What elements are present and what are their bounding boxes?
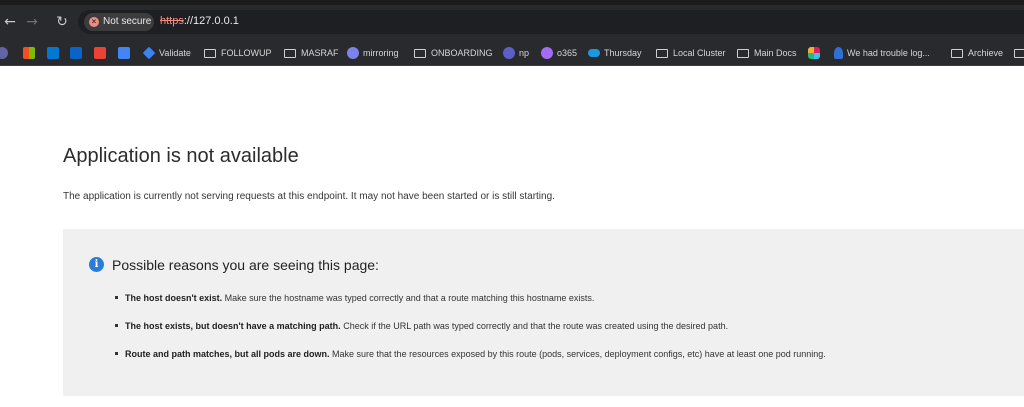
reason-heading: The host doesn't exist. [125, 293, 223, 303]
folder-icon [737, 48, 749, 58]
reload-icon[interactable]: ↻ [54, 14, 70, 30]
list-item: The host doesn't exist. Make sure the ho… [115, 293, 594, 303]
bookmark-archieve[interactable]: Archieve [951, 46, 1003, 60]
forward-arrow-icon[interactable]: → [24, 14, 40, 30]
bullet-icon [115, 296, 118, 300]
bookmark-trouble-log[interactable]: We had trouble log... [834, 46, 930, 60]
outlook-icon [70, 47, 82, 59]
bookmark-0[interactable] [0, 46, 12, 60]
reason-heading: Route and path matches, but all pods are… [125, 349, 330, 359]
bookmark-masraf[interactable]: MASRAF [284, 46, 339, 60]
url-scheme: https [160, 15, 184, 27]
list-item: Route and path matches, but all pods are… [115, 349, 826, 359]
bookmark-5[interactable] [118, 46, 134, 60]
bullet-icon [115, 352, 118, 356]
app-icon [47, 47, 59, 59]
reason-text: Check if the URL path was typed correctl… [340, 321, 729, 331]
diamond-icon [142, 46, 156, 60]
teams-icon [0, 47, 8, 59]
windows-icon [23, 47, 35, 59]
teams-icon [503, 47, 515, 59]
bookmark-main-docs[interactable]: Main Docs [737, 46, 797, 60]
folder-icon [414, 48, 426, 58]
bookmark-mirroring[interactable]: mirroring [347, 46, 399, 60]
bookmarks-bar: Validate FOLLOWUP MASRAF mirroring ONBOA… [0, 39, 1024, 66]
bookmark-followup[interactable]: FOLLOWUP [204, 46, 272, 60]
back-arrow-icon[interactable]: ← [2, 14, 18, 30]
bookmark-np[interactable]: np [503, 46, 529, 60]
address-bar: ← → ↻ × Not secure https://127.0.0.1 [0, 5, 1024, 39]
copilot-icon [541, 47, 553, 59]
warning-icon: × [89, 17, 99, 27]
page-description: The application is currently not serving… [63, 191, 555, 202]
folder-icon [284, 48, 296, 58]
info-icon: i [89, 257, 104, 272]
omnibox[interactable]: × Not secure https://127.0.0.1 [78, 10, 1024, 34]
reason-text: Make sure that the resources exposed by … [329, 349, 826, 359]
person-icon [834, 47, 843, 59]
reasons-title: Possible reasons you are seeing this pag… [112, 257, 379, 273]
bookmark-4[interactable] [94, 46, 110, 60]
folder-icon [1014, 48, 1024, 58]
security-chip-label: Not secure [103, 16, 152, 27]
folder-icon [951, 48, 963, 58]
slack-icon [808, 47, 820, 59]
teams-icon [347, 47, 359, 59]
url-text[interactable]: https://127.0.0.1 [160, 15, 239, 27]
bookmark-3[interactable] [70, 46, 86, 60]
security-chip[interactable]: × Not secure [84, 13, 154, 31]
folder-icon [204, 48, 216, 58]
gmail-icon [94, 47, 106, 59]
reason-heading: The host exists, but doesn't have a matc… [125, 321, 341, 331]
bookmark-1[interactable] [23, 46, 39, 60]
bookmark-o365[interactable]: o365 [541, 46, 577, 60]
bookmark-validate[interactable]: Validate [142, 46, 191, 60]
bookmark-slack[interactable] [808, 46, 824, 60]
url-host: ://127.0.0.1 [183, 15, 239, 27]
reason-text: Make sure the hostname was typed correct… [222, 293, 595, 303]
bookmark-local-cluster[interactable]: Local Cluster [656, 46, 726, 60]
bookmark-thursday[interactable]: Thursday [588, 46, 642, 60]
bookmark-onboarding[interactable]: ONBOARDING [414, 46, 493, 60]
page-title: Application is not available [63, 145, 299, 167]
folder-icon [656, 48, 668, 58]
calendar-icon [118, 47, 130, 59]
bookmark-overflow[interactable] [1014, 46, 1024, 60]
bookmark-2[interactable] [47, 46, 63, 60]
cloud-icon [588, 49, 600, 57]
reasons-panel: i Possible reasons you are seeing this p… [63, 229, 1024, 396]
list-item: The host exists, but doesn't have a matc… [115, 321, 728, 331]
bullet-icon [115, 324, 118, 328]
